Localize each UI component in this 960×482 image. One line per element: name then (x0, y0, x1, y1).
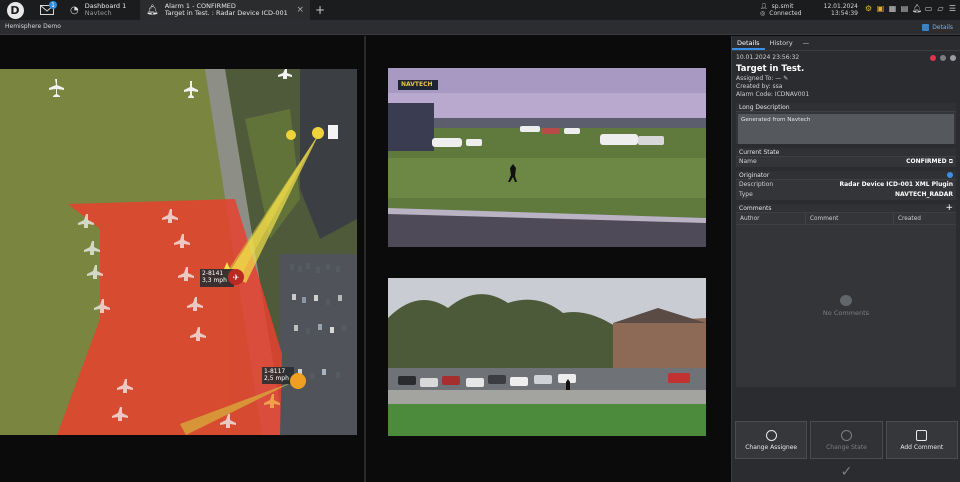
edit-icon[interactable]: ✎ (783, 75, 788, 82)
originator-section: Originator Description Radar Device ICD-0… (736, 171, 956, 200)
state-icon (840, 429, 852, 441)
menu-icon[interactable]: ☰ (948, 4, 957, 14)
connected-icon: ◎ (760, 10, 766, 17)
close-tab-icon[interactable]: × (296, 5, 304, 14)
details-panel: Details History — 10.01.2024 23:56:32 Ta… (731, 36, 960, 482)
alarm-code: Alarm Code: ICDNAV001 (736, 91, 810, 98)
site-name: Hemisphere Demo (5, 23, 61, 30)
camera-feed-carpark[interactable] (388, 278, 706, 436)
alarm-timestamp: 10.01.2024 23:56:32 (736, 54, 800, 61)
user-icon: 👤︎ (760, 3, 768, 10)
app-logo[interactable]: D (0, 0, 30, 20)
assignee-icon (765, 429, 777, 441)
comments-table-header: Author Comment Created (736, 212, 956, 225)
grid-icon[interactable]: ▦ (888, 4, 897, 14)
state-value: CONFIRMED ⧉ (906, 158, 953, 165)
tab-dashboard[interactable]: ◔ Dashboard 1 Navtech (64, 0, 140, 20)
link-icon[interactable] (940, 55, 946, 61)
long-description-field[interactable]: Generated from Navtech (738, 114, 954, 144)
comment-bubble-icon (840, 295, 852, 306)
tab-more[interactable]: — (798, 36, 815, 50)
toolbar-icons: ⚙ ▣ ▦ ▤ 🔔︎ ▭ ▱ ☰ (864, 4, 957, 14)
globe-icon[interactable] (950, 55, 956, 61)
change-state-button[interactable]: Change State (810, 421, 883, 459)
comments-section: Comments + Author Comment Created No Comm… (736, 203, 956, 387)
current-state-section: Current State Name CONFIRMED ⧉ (736, 148, 956, 167)
info-icon[interactable] (947, 172, 953, 178)
camera-feed-airfield[interactable]: NAVTECH (388, 68, 706, 247)
external-link-icon[interactable]: ⧉ (949, 158, 953, 165)
tab-alarm[interactable]: 🔔︎ Alarm 1 - CONFIRMED Target in Test. : … (140, 0, 310, 20)
svg-text:✈: ✈ (233, 273, 240, 282)
change-assignee-button[interactable]: Change Assignee (735, 421, 808, 459)
satellite-map: ✈ (0, 69, 357, 435)
display-icon[interactable]: ▣ (876, 4, 885, 14)
panel-tabs: Details History — (732, 36, 960, 51)
comments-empty-state: No Comments (736, 225, 956, 387)
details-toggle-button[interactable]: Details (919, 22, 956, 32)
confirm-button[interactable]: ✓ (732, 462, 960, 482)
camera-overlay-label: NAVTECH (401, 81, 433, 88)
chat-icon[interactable]: ▭ (924, 4, 933, 14)
clock: 12.01.2024 13:54:39 (823, 3, 858, 17)
add-comment-button[interactable]: Add Comment (885, 421, 958, 459)
long-description-section: Long Description Generated from Navtech (736, 103, 956, 144)
assigned-to: Assigned To: — ✎ (736, 75, 789, 82)
mail-button[interactable]: 1 (30, 0, 64, 20)
created-by: Created by: ssa (736, 83, 783, 90)
action-buttons: Change Assignee Change State Add Comment (735, 421, 958, 459)
view-divider[interactable] (364, 36, 366, 482)
camera-image-airfield (388, 68, 706, 247)
dashboard-icon: ◔ (70, 4, 79, 16)
top-bar: D 1 ◔ Dashboard 1 Navtech 🔔︎ Alarm 1 - CO… (0, 0, 960, 20)
alarm-title: Target in Test. (736, 64, 805, 74)
add-tab-button[interactable]: + (310, 0, 330, 20)
mail-badge: 1 (49, 1, 57, 9)
camera-image-carpark (388, 278, 706, 436)
target-label-2: 1-8117 2,5 mph (264, 368, 289, 382)
notification-icon[interactable]: 🔔︎ (912, 4, 922, 14)
tab-history[interactable]: History (765, 36, 798, 50)
details-icon (922, 23, 930, 31)
chart-icon[interactable]: ▤ (900, 4, 909, 14)
sub-bar: Hemisphere Demo Details (0, 20, 960, 35)
alarm-icon[interactable]: ⚙ (864, 4, 873, 14)
checkmark-icon: ✓ (840, 464, 853, 480)
messages-icon[interactable]: ▱ (936, 4, 945, 14)
comment-icon (916, 429, 928, 441)
user-status[interactable]: 👤︎ sp.smit ◎ Connected (760, 0, 802, 20)
tab-details[interactable]: Details (732, 36, 765, 50)
priority-indicator (930, 55, 936, 61)
add-comment-icon[interactable]: + (945, 203, 953, 213)
map-view[interactable]: ✈ 2-8141 3,3 mph 1-8117 2,5 mph (0, 69, 357, 435)
target-label-1: 2-8141 3,3 mph (202, 270, 227, 284)
bell-icon: 🔔︎ (146, 4, 159, 16)
